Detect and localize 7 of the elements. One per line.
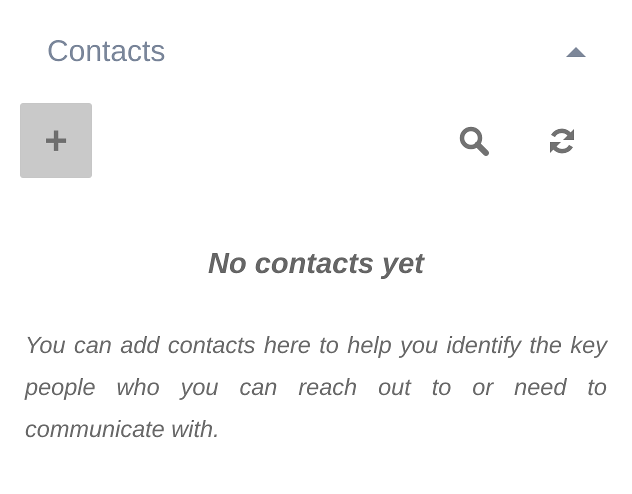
add-button[interactable]: + bbox=[20, 103, 92, 178]
search-icon[interactable] bbox=[459, 126, 489, 156]
collapse-caret-icon[interactable] bbox=[566, 46, 586, 58]
refresh-icon[interactable] bbox=[547, 126, 577, 156]
empty-state-title: No contacts yet bbox=[207, 247, 426, 282]
empty-state-message: You can add contacts here to help you identify the key people who you can reach out to or need to communicate with. bbox=[25, 331, 607, 444]
section-title: Contacts bbox=[47, 34, 166, 70]
